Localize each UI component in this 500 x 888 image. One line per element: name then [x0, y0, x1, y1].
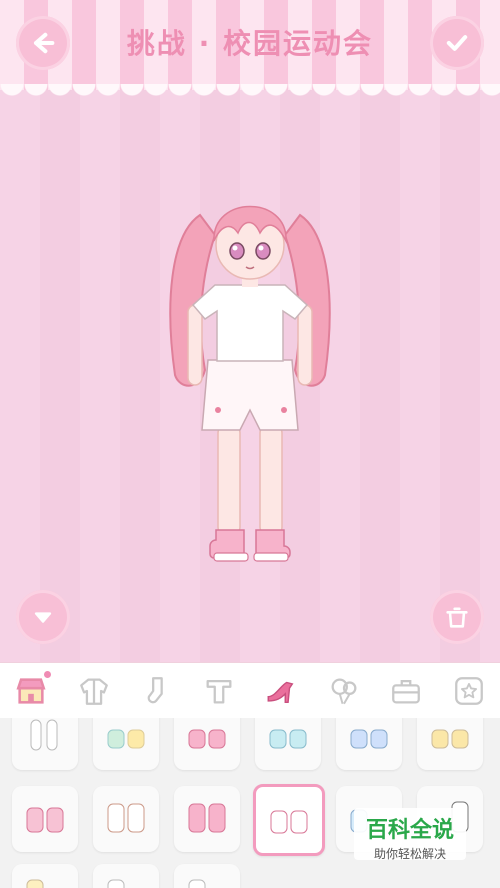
pink-bow-shoes-icon	[26, 807, 64, 833]
pink-boots-icon	[188, 803, 226, 833]
sock-icon	[147, 677, 164, 704]
awning-scallop-edge	[0, 84, 500, 106]
item-slot[interactable]	[93, 718, 159, 770]
bow-shoes-icon	[188, 729, 226, 749]
tab-tops[interactable]	[197, 669, 241, 713]
tab-favorites[interactable]	[447, 669, 491, 713]
back-button[interactable]	[16, 16, 70, 70]
jacket-icon	[79, 678, 108, 705]
blue-bow-shoes-icon	[350, 729, 388, 749]
collapse-button[interactable]	[16, 590, 70, 644]
watermark-title: 百科全说	[365, 818, 454, 843]
tab-outerwear[interactable]	[72, 669, 116, 713]
star-icon	[454, 677, 483, 705]
item-icon	[26, 879, 44, 888]
item-slot[interactable]	[417, 718, 483, 770]
tab-bags[interactable]	[384, 669, 428, 713]
page-title: 挑战 · 校园运动会	[126, 27, 374, 60]
category-tab-bar	[0, 662, 500, 719]
tab-accessories[interactable]	[322, 669, 366, 713]
watermark: 百科全说 助你轻松解决	[354, 808, 466, 861]
bag-icon	[392, 679, 421, 704]
socks-item-icon	[30, 719, 58, 751]
balloon-icon	[331, 678, 357, 705]
trash-icon	[446, 607, 468, 628]
new-badge	[44, 671, 52, 678]
delete-button[interactable]	[430, 590, 484, 644]
item-icon	[107, 879, 125, 888]
check-icon	[446, 35, 468, 51]
item-slot[interactable]	[174, 718, 240, 770]
confirm-button[interactable]	[430, 16, 484, 70]
item-slot[interactable]	[12, 718, 78, 770]
high-heel-icon	[267, 681, 294, 704]
item-slot[interactable]	[12, 864, 78, 888]
watermark-subtitle: 助你轻松解决	[373, 847, 446, 861]
item-slot[interactable]	[174, 786, 240, 852]
item-slot[interactable]	[255, 718, 321, 770]
item-slot[interactable]	[93, 864, 159, 888]
item-slot[interactable]	[174, 864, 240, 888]
character-avatar	[169, 205, 331, 562]
item-icon	[188, 879, 206, 888]
yellow-shoes-icon	[431, 729, 469, 749]
triangle-down-icon	[34, 612, 52, 623]
pink-sneakers-icon	[270, 810, 308, 834]
tab-shoes[interactable]	[259, 669, 303, 713]
item-slot-selected[interactable]	[253, 784, 325, 856]
bunny-shoes-icon	[107, 729, 145, 749]
arrow-left-icon	[33, 32, 55, 54]
item-slot[interactable]	[12, 786, 78, 852]
ribbon-shoes-icon	[107, 803, 145, 833]
tab-shop[interactable]	[9, 669, 53, 713]
item-grid	[0, 718, 500, 888]
shop-icon	[16, 678, 46, 704]
blue-shoes-icon	[269, 729, 307, 749]
item-slot[interactable]	[336, 718, 402, 770]
tab-socks[interactable]	[134, 669, 178, 713]
top-icon	[206, 679, 232, 704]
item-slot[interactable]	[93, 786, 159, 852]
